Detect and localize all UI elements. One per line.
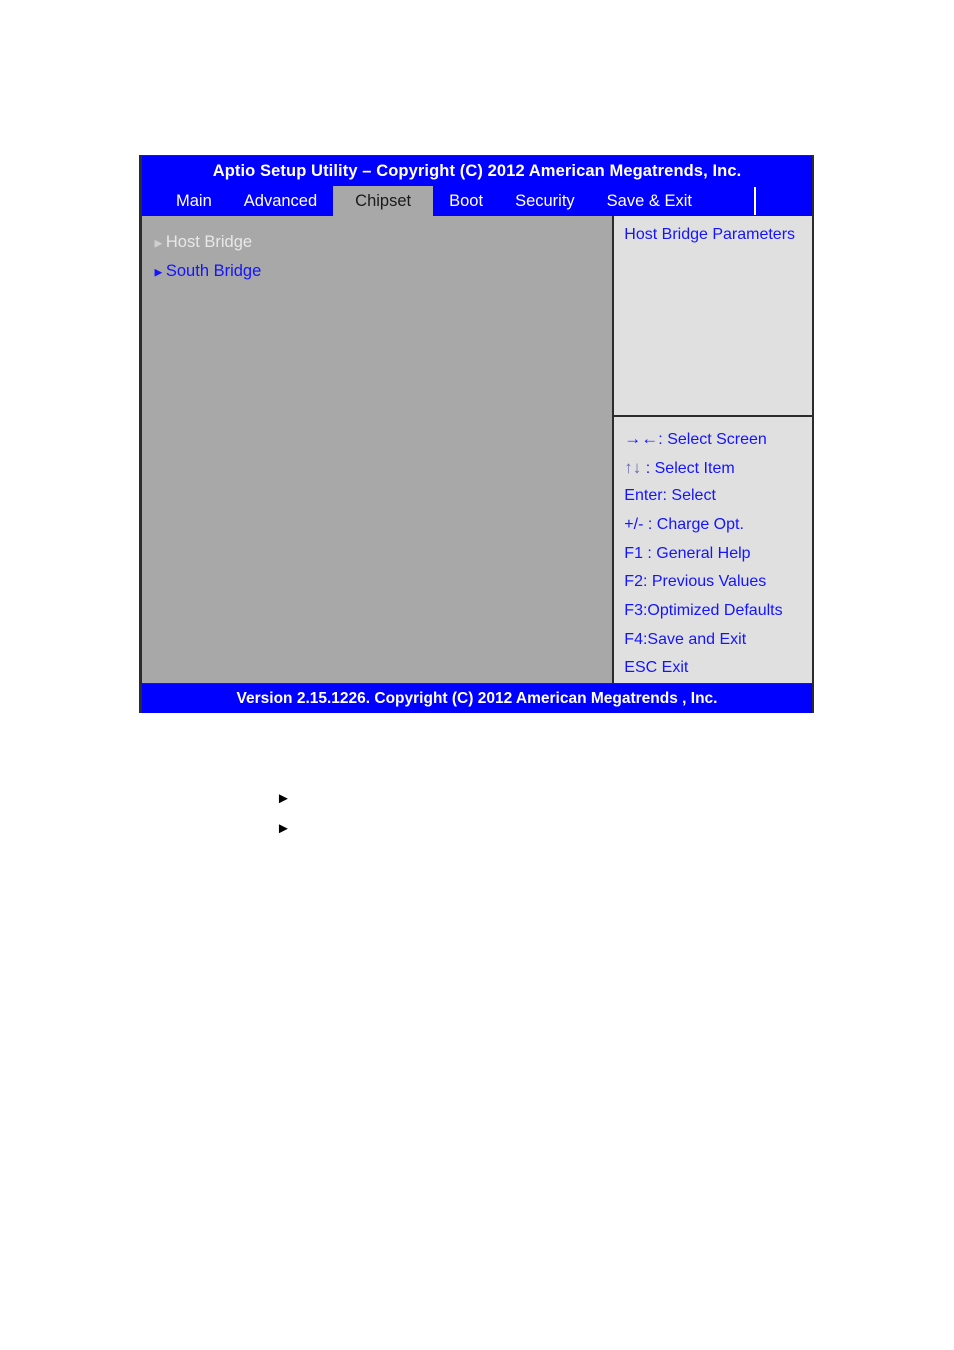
- tab-main-label: Main: [176, 191, 212, 210]
- bullet-triangle-icon: ►: [276, 789, 291, 807]
- submenu-arrow-icon: ►: [152, 235, 165, 251]
- legend-row-charge-opt: +/- : Charge Opt.: [624, 511, 804, 540]
- legend-keys: →←: [624, 428, 659, 448]
- key-legend-panel: →←: Select Screen ↑↓ : Select Item Enter…: [614, 416, 812, 683]
- legend-action: Optimized Defaults: [647, 601, 783, 619]
- tab-chipset[interactable]: Chipset: [333, 186, 434, 216]
- legend-keys: ESC: [624, 659, 658, 677]
- tab-boot[interactable]: Boot: [433, 186, 499, 216]
- legend-keys: F3:: [624, 601, 648, 619]
- bios-setup-window: Aptio Setup Utility – Copyright (C) 2012…: [139, 155, 814, 713]
- legend-keys: F1: [624, 544, 643, 562]
- tab-main[interactable]: Main: [160, 186, 228, 216]
- legend-action: Save and Exit: [647, 630, 747, 648]
- caption-item: ►: [276, 813, 676, 843]
- legend-row-select-item: ↑↓ : Select Item: [624, 454, 804, 483]
- bullet-triangle-icon: ►: [276, 819, 291, 837]
- tab-save-and-exit[interactable]: Save & Exit: [591, 186, 708, 216]
- legend-action: : Charge Opt.: [643, 515, 744, 533]
- legend-action: Select: [666, 487, 716, 505]
- settings-panel: ► Host Bridge ► South Bridge: [142, 216, 615, 683]
- tab-advanced[interactable]: Advanced: [228, 186, 333, 216]
- legend-row-optimized-defaults: F3:Optimized Defaults: [624, 597, 804, 626]
- legend-keys: F4:: [624, 630, 648, 648]
- legend-row-enter-select: Enter: Select: [624, 482, 804, 511]
- bios-version-text: Version 2.15.1226. Copyright (C) 2012 Am…: [236, 689, 718, 707]
- legend-keys: Enter:: [624, 487, 667, 505]
- tab-save-and-exit-label: Save & Exit: [606, 191, 692, 210]
- setting-item-south-bridge-label: South Bridge: [165, 262, 262, 280]
- legend-action: : Select Screen: [658, 430, 767, 448]
- help-description-panel: Host Bridge Parameters: [614, 216, 812, 417]
- tab-boot-label: Boot: [449, 191, 484, 210]
- bios-title-bar: Aptio Setup Utility – Copyright (C) 2012…: [142, 156, 812, 186]
- legend-row-general-help: F1 : General Help: [624, 540, 804, 569]
- bios-menu-bar: Main Advanced Chipset Boot Security Save…: [142, 186, 812, 216]
- legend-row-select-screen: →←: Select Screen: [624, 425, 804, 454]
- setting-item-host-bridge-label: Host Bridge: [165, 233, 253, 251]
- tab-chipset-label: Chipset: [355, 191, 412, 210]
- legend-action: Exit: [657, 659, 689, 677]
- setting-item-host-bridge[interactable]: ► Host Bridge: [152, 228, 612, 257]
- legend-action: Previous Values: [647, 573, 767, 591]
- legend-keys: +/-: [624, 515, 644, 533]
- legend-action: : General Help: [642, 544, 751, 562]
- submenu-arrow-icon: ►: [152, 264, 165, 280]
- help-column: Host Bridge Parameters →←: Select Screen…: [614, 216, 812, 683]
- setting-item-south-bridge[interactable]: ► South Bridge: [152, 257, 612, 286]
- tab-advanced-label: Advanced: [243, 191, 318, 210]
- legend-row-previous-values: F2: Previous Values: [624, 568, 804, 597]
- bios-version-bar: Version 2.15.1226. Copyright (C) 2012 Am…: [142, 683, 812, 713]
- menu-separator: [754, 187, 756, 215]
- legend-keys: ↑↓: [624, 457, 642, 477]
- legend-action: : Select Item: [641, 459, 735, 477]
- caption-item: ►: [276, 783, 676, 813]
- caption-list: ► ►: [276, 783, 676, 843]
- tab-security-label: Security: [515, 191, 575, 210]
- legend-row-save-and-exit: F4:Save and Exit: [624, 626, 804, 655]
- legend-keys: F2:: [624, 573, 648, 591]
- bios-title-text: Aptio Setup Utility – Copyright (C) 2012…: [212, 161, 742, 180]
- legend-row-esc-exit: ESC Exit: [624, 654, 804, 683]
- help-description-text: Host Bridge Parameters: [624, 226, 796, 243]
- tab-security[interactable]: Security: [499, 186, 591, 216]
- bios-body: ► Host Bridge ► South Bridge Host Bridge…: [142, 216, 812, 683]
